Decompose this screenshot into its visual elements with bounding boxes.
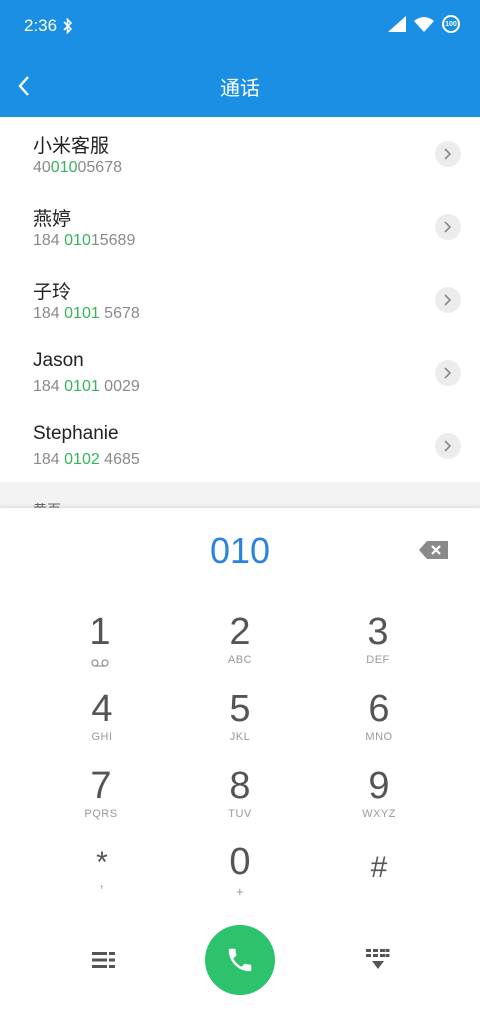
contact-number: 4001005678 bbox=[33, 159, 122, 176]
contact-detail-button[interactable] bbox=[435, 433, 461, 459]
battery-icon: 100 bbox=[442, 15, 460, 33]
menu-list-icon bbox=[92, 952, 115, 968]
key-digit: 4 bbox=[91, 688, 113, 730]
contact-list: 小米客服 4001005678 燕婷 184 01015689 子玲 184 0… bbox=[0, 117, 480, 482]
header: 通话 bbox=[0, 54, 480, 117]
menu-button[interactable] bbox=[89, 945, 119, 975]
key-letters: DEF bbox=[366, 654, 390, 666]
contact-detail-button[interactable] bbox=[435, 287, 461, 313]
key-digit: 6 bbox=[368, 688, 390, 730]
chevron-right-icon bbox=[444, 294, 452, 306]
key-3[interactable]: 3 DEF bbox=[318, 612, 438, 682]
contact-detail-button[interactable] bbox=[435, 141, 461, 167]
key-5[interactable]: 5 JKL bbox=[180, 689, 300, 759]
dialed-number: 010 bbox=[209, 530, 271, 571]
contact-number: 184 01015689 bbox=[33, 232, 136, 249]
key-digit: # bbox=[370, 851, 388, 884]
dialpad-collapse-icon bbox=[366, 949, 390, 969]
status-bar: 2:36 100 bbox=[0, 0, 480, 54]
key-letters: TUV bbox=[228, 808, 252, 820]
key-hash[interactable]: # bbox=[319, 848, 439, 918]
chevron-right-icon bbox=[444, 367, 452, 379]
key-digit: 5 bbox=[229, 688, 251, 730]
dial-pad: 010 1 2 ABC 3 DEF 4 GHI 5 JKL 6 MNO 7 PQ… bbox=[0, 508, 480, 1013]
key-letters: MNO bbox=[365, 731, 393, 743]
page-title: 通话 bbox=[220, 76, 260, 100]
key-7[interactable]: 7 PQRS bbox=[41, 766, 161, 836]
hide-keypad-button[interactable] bbox=[363, 945, 393, 975]
key-letters: GHI bbox=[91, 731, 113, 743]
contact-number: 184 0101 5678 bbox=[33, 305, 140, 322]
key-digit: 0 bbox=[229, 841, 251, 883]
section-label: 黄页 bbox=[33, 500, 61, 508]
chevron-right-icon bbox=[444, 221, 452, 233]
key-letters: + bbox=[235, 884, 245, 899]
contact-row[interactable]: 小米客服 4001005678 bbox=[0, 117, 480, 190]
key-4[interactable]: 4 GHI bbox=[42, 689, 162, 759]
status-time: 2:36 bbox=[24, 16, 58, 35]
key-letters: JKL bbox=[229, 731, 251, 743]
contact-name: 燕婷 bbox=[33, 209, 72, 230]
bluetooth-icon bbox=[63, 17, 73, 35]
contact-number: 184 0102 4685 bbox=[33, 451, 140, 468]
status-icons: 100 bbox=[388, 15, 460, 33]
key-digit: 2 bbox=[229, 611, 251, 653]
key-letters: , bbox=[99, 874, 105, 890]
key-digit: 8 bbox=[229, 765, 251, 807]
backspace-icon bbox=[419, 541, 448, 559]
contact-name: Jason bbox=[33, 350, 84, 371]
contact-name: 小米客服 bbox=[33, 136, 110, 157]
key-star[interactable]: * , bbox=[42, 846, 162, 916]
contact-detail-button[interactable] bbox=[435, 360, 461, 386]
key-1[interactable]: 1 bbox=[40, 612, 160, 682]
key-letters: ABC bbox=[227, 654, 253, 666]
yellow-pages-section: 黄页 bbox=[0, 482, 480, 508]
contact-row[interactable]: Stephanie 184 0102 4685 bbox=[0, 409, 480, 482]
call-button[interactable] bbox=[205, 925, 275, 995]
key-digit: 1 bbox=[89, 611, 111, 653]
key-digit: 7 bbox=[90, 765, 112, 807]
key-digit: 9 bbox=[368, 765, 390, 807]
contact-row[interactable]: 燕婷 184 01015689 bbox=[0, 190, 480, 263]
key-2[interactable]: 2 ABC bbox=[180, 612, 300, 682]
key-digit: 3 bbox=[367, 611, 389, 653]
voicemail-icon bbox=[91, 659, 109, 667]
contact-row[interactable]: Jason 184 0101 0029 bbox=[0, 336, 480, 409]
phone-icon bbox=[228, 948, 252, 972]
contact-number: 184 0101 0029 bbox=[33, 378, 140, 395]
contact-row[interactable]: 子玲 184 0101 5678 bbox=[0, 263, 480, 336]
contact-detail-button[interactable] bbox=[435, 214, 461, 240]
chevron-right-icon bbox=[444, 440, 452, 452]
battery-level: 100 bbox=[445, 20, 457, 28]
chevron-right-icon bbox=[444, 148, 452, 160]
key-letters: PQRS bbox=[84, 808, 118, 820]
backspace-button[interactable] bbox=[418, 540, 450, 560]
key-letters: WXYZ bbox=[362, 808, 396, 820]
key-9[interactable]: 9 WXYZ bbox=[319, 766, 439, 836]
wifi-icon bbox=[414, 17, 434, 32]
contact-name: 子玲 bbox=[33, 282, 72, 303]
key-0[interactable]: 0 + bbox=[180, 842, 300, 912]
key-6[interactable]: 6 MNO bbox=[319, 689, 439, 759]
key-8[interactable]: 8 TUV bbox=[180, 766, 300, 836]
signal-icon bbox=[388, 16, 406, 32]
contact-name: Stephanie bbox=[33, 423, 119, 444]
